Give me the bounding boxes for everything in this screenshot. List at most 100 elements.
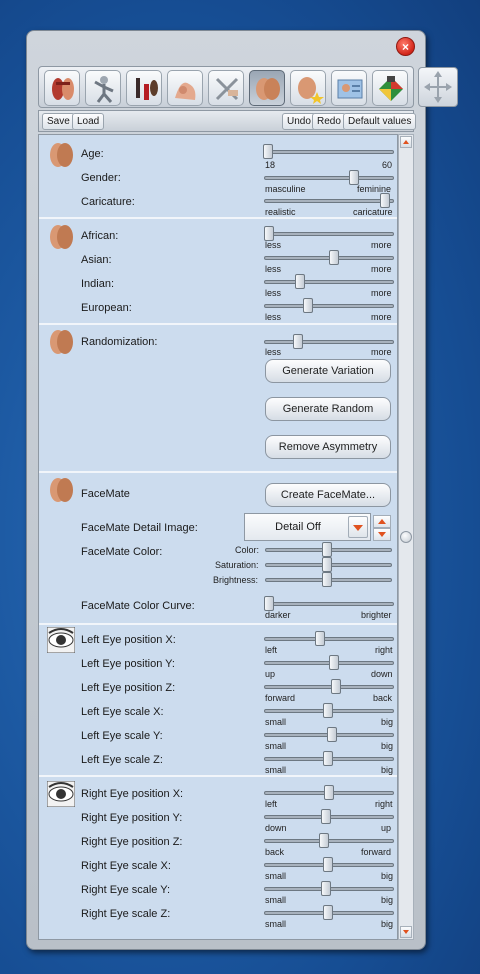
asian-slider-thumb[interactable] <box>329 250 340 265</box>
facemate-detail-label: FaceMate Detail Image: <box>81 522 198 534</box>
room-toolbar <box>38 66 414 108</box>
left-eye-scale-z-thumb[interactable] <box>322 751 333 766</box>
scroll-up-button[interactable] <box>400 136 412 148</box>
saturation-sub-label: Saturation: <box>215 560 259 570</box>
scroll-thumb[interactable] <box>400 531 412 543</box>
right-eye-scale-y-thumb[interactable] <box>321 881 332 896</box>
detail-up-button[interactable] <box>373 515 391 528</box>
redo-button[interactable]: Redo <box>312 113 346 130</box>
left-eye-pos-x-max: right <box>375 645 393 655</box>
remove-asymmetry-button[interactable]: Remove Asymmetry <box>265 435 391 459</box>
ethnicity-section: African: less more Asian: less more Indi… <box>39 219 397 325</box>
color-picker-button[interactable] <box>372 70 408 106</box>
curve-max: brighter <box>361 610 392 620</box>
move-panel-button[interactable] <box>418 67 458 107</box>
scrollbar[interactable] <box>398 134 414 940</box>
right-eye-pos-z-min: back <box>265 847 285 857</box>
age-section: Age: 18 60 Gender: masculine feminine Ca… <box>39 135 397 219</box>
brightness-slider[interactable] <box>265 572 392 588</box>
randomization-slider-thumb[interactable] <box>292 334 303 349</box>
right-eye-pos-z-thumb[interactable] <box>318 833 329 848</box>
caricature-min: realistic <box>265 207 296 217</box>
face-star-button[interactable] <box>290 70 326 106</box>
pose-button[interactable] <box>85 70 121 106</box>
close-icon: × <box>401 39 409 54</box>
facemate-detail-value: Detail Off <box>275 521 321 533</box>
color-slider-thumb[interactable] <box>322 542 333 557</box>
left-eye-pos-x-thumb[interactable] <box>314 631 325 646</box>
brightness-slider-thumb[interactable] <box>322 572 333 587</box>
right-eye-pos-y-thumb[interactable] <box>321 809 332 824</box>
hair-tools-icon <box>215 77 239 101</box>
create-facemate-button[interactable]: Create FaceMate... <box>265 483 391 507</box>
generate-variation-button[interactable]: Generate Variation <box>265 359 391 383</box>
generate-random-button[interactable]: Generate Random <box>265 397 391 421</box>
detail-down-button[interactable] <box>373 528 391 541</box>
gender-slider-thumb[interactable] <box>348 170 359 185</box>
color-sub-label: Color: <box>235 545 260 555</box>
anatomy-button[interactable] <box>44 70 80 106</box>
color-slider[interactable] <box>265 542 392 558</box>
right-eye-scale-x-thumb[interactable] <box>322 857 333 872</box>
face-button[interactable] <box>249 70 285 106</box>
european-min: less <box>265 312 282 322</box>
hair-tools-button[interactable] <box>208 70 244 106</box>
face-star-icon <box>298 77 324 104</box>
left-eye-scale-y-max: big <box>381 741 394 751</box>
saturation-slider[interactable] <box>265 557 392 573</box>
facemate-detail-select[interactable]: Detail Off <box>244 513 371 541</box>
left-eye-scale-z-max: big <box>381 765 394 775</box>
indian-min: less <box>265 288 282 298</box>
save-button[interactable]: Save <box>42 113 75 130</box>
african-slider-thumb[interactable] <box>264 226 275 241</box>
curve-min: darker <box>265 610 291 620</box>
gender-min: masculine <box>265 184 306 194</box>
default-values-button[interactable]: Default values <box>343 113 417 130</box>
left-eye-pos-z-thumb[interactable] <box>330 679 341 694</box>
anatomy-icon <box>52 78 74 100</box>
right-eye-scale-z-max: big <box>381 919 394 929</box>
left-eye-scale-x-min: small <box>265 717 287 727</box>
saturation-slider-thumb[interactable] <box>322 557 333 572</box>
right-eye-pos-y-min: down <box>265 823 287 833</box>
left-eye-pos-y-thumb[interactable] <box>329 655 340 670</box>
facemate-section: FaceMate Create FaceMate... FaceMate Det… <box>39 473 397 625</box>
caricature-slider-thumb[interactable] <box>379 193 390 208</box>
cosmetics-button[interactable] <box>126 70 162 106</box>
randomization-min: less <box>265 347 282 357</box>
id-card-icon <box>337 79 363 99</box>
right-eye-pos-x-label: Right Eye position X: <box>81 788 184 800</box>
load-button[interactable]: Load <box>72 113 105 130</box>
right-eye-pos-x-thumb[interactable] <box>324 785 334 800</box>
right-eye-scale-z-thumb[interactable] <box>322 905 333 920</box>
right-eye-pos-y-max: up <box>381 823 392 833</box>
actions-bar: Save Load Undo Redo Default values <box>38 110 417 132</box>
undo-button[interactable]: Undo <box>282 113 316 130</box>
cosmetics-icon <box>136 78 158 100</box>
left-eye-pos-y-max: down <box>371 669 393 679</box>
color-curve-slider-thumb[interactable] <box>264 596 275 611</box>
left-eye-section: Left Eye position X: left right Left Eye… <box>39 625 397 777</box>
european-slider-thumb[interactable] <box>303 298 314 313</box>
right-eye-scale-z-min: small <box>265 919 287 929</box>
european-label: European: <box>81 302 132 314</box>
african-max: more <box>371 240 392 250</box>
arrow-down-icon <box>403 930 409 934</box>
left-eye-scale-y-thumb[interactable] <box>326 727 337 742</box>
right-eye-scale-y-max: big <box>381 895 394 905</box>
right-eye-scale-x-max: big <box>381 871 394 881</box>
right-eye-pos-z-max: forward <box>361 847 392 857</box>
close-button[interactable]: × <box>396 37 415 56</box>
move-arrows-icon <box>424 71 452 103</box>
parameters-pane: Age: 18 60 Gender: masculine feminine Ca… <box>38 134 398 940</box>
brightness-sub-label: Brightness: <box>213 575 259 585</box>
body-morph-button[interactable] <box>167 70 203 106</box>
indian-slider-thumb[interactable] <box>295 274 306 289</box>
age-slider-thumb[interactable] <box>262 144 273 159</box>
id-card-button[interactable] <box>331 70 367 106</box>
dropdown-button[interactable] <box>348 516 368 538</box>
chevron-down-icon <box>353 525 363 531</box>
age-slider[interactable] <box>262 144 394 160</box>
scroll-down-button[interactable] <box>400 926 412 938</box>
left-eye-scale-x-thumb[interactable] <box>322 703 333 718</box>
